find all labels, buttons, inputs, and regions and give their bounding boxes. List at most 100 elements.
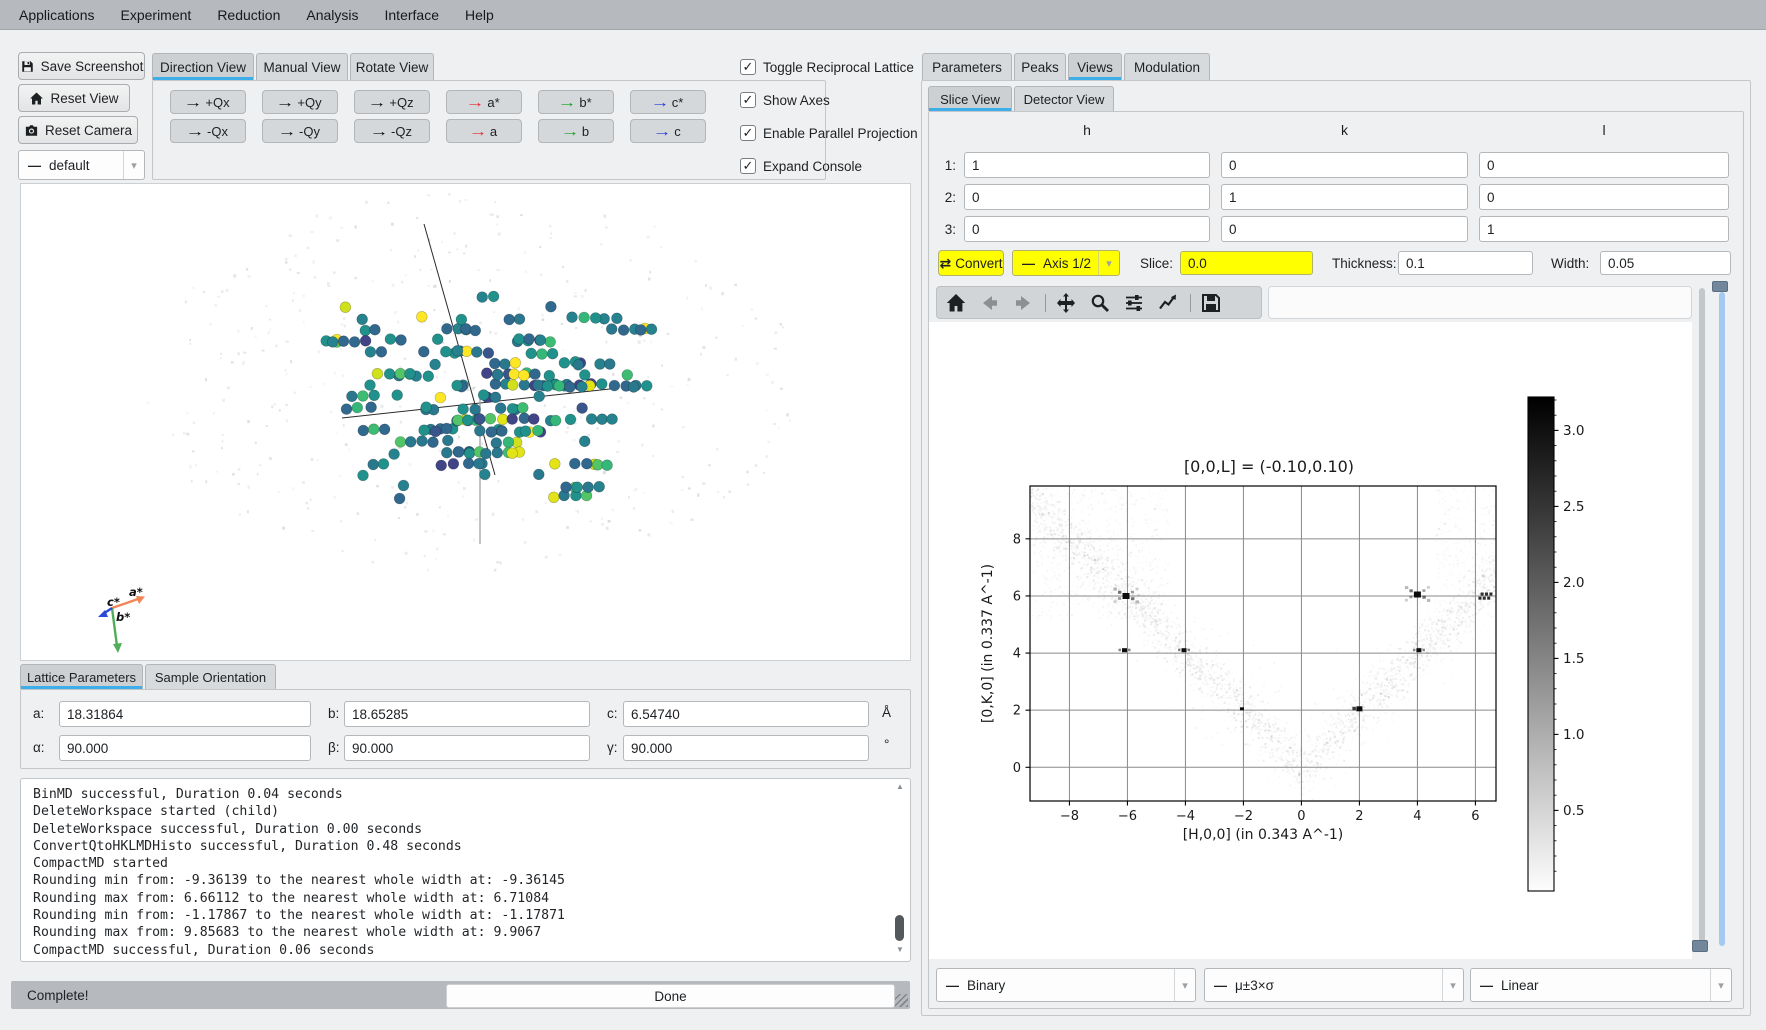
min-color-slider-track[interactable] — [1699, 288, 1705, 946]
save-screenshot-button[interactable]: Save Screenshot — [18, 52, 145, 80]
lattice-gamma-field[interactable] — [623, 735, 869, 761]
resize-grip[interactable] — [895, 994, 908, 1007]
direction-button-cstar[interactable]: →c* — [630, 90, 706, 114]
tab-modulation[interactable]: Modulation — [1124, 53, 1210, 80]
tab-rotate-view[interactable]: Rotate View — [350, 53, 434, 80]
configure-subplots-icon[interactable] — [1123, 292, 1145, 314]
svg-text:3.0: 3.0 — [1563, 423, 1584, 439]
tab-parameters[interactable]: Parameters — [922, 53, 1012, 80]
projection-1-l[interactable] — [1479, 152, 1729, 178]
checkbox[interactable]: ✓ — [740, 59, 756, 75]
checkbox[interactable]: ✓ — [740, 158, 756, 174]
menu-analysis[interactable]: Analysis — [293, 7, 371, 23]
projection-1-k[interactable] — [1221, 152, 1468, 178]
option-expand-console: ✓Expand Console — [740, 157, 862, 175]
max-color-slider-track[interactable] — [1719, 292, 1725, 946]
slice-plot-canvas[interactable]: −8−6−4−2024602468[H,0,0] (in 0.343 A^-1)… — [929, 322, 1692, 959]
projection-3-k[interactable] — [1221, 216, 1468, 242]
back-icon[interactable] — [979, 292, 1001, 314]
width-field[interactable] — [1600, 251, 1731, 275]
reset-view-button[interactable]: Reset View — [18, 84, 130, 112]
svg-text:8: 8 — [1013, 532, 1021, 547]
max-color-slider-handle[interactable] — [1712, 281, 1728, 292]
tab-views[interactable]: Views — [1068, 53, 1122, 80]
colormap-dropdown[interactable]: — Binary ▾ — [936, 968, 1196, 1002]
slice-plot: −8−6−4−2024602468[H,0,0] (in 0.343 A^-1)… — [929, 322, 1692, 959]
save-icon[interactable] — [1200, 292, 1222, 314]
svg-text:0.5: 0.5 — [1563, 803, 1584, 819]
scroll-up-icon[interactable]: ▲ — [896, 782, 904, 791]
lattice-a-field[interactable] — [59, 701, 311, 727]
direction-button-plusQz[interactable]: →+Qz — [354, 90, 430, 114]
thickness-field[interactable] — [1398, 251, 1533, 275]
direction-button-minusQx[interactable]: →-Qx — [170, 119, 246, 143]
projection-2-k[interactable] — [1221, 184, 1468, 210]
tab-slice-view[interactable]: Slice View — [928, 86, 1012, 111]
reset-camera-label: Reset Camera — [45, 123, 132, 138]
menu-experiment[interactable]: Experiment — [108, 7, 205, 23]
preset-dropdown[interactable]: — default ▾ — [18, 150, 145, 180]
reset-camera-button[interactable]: Reset Camera — [18, 116, 138, 144]
tab-sample-orientation[interactable]: Sample Orientation — [145, 664, 276, 689]
direction-button-astar[interactable]: →a* — [446, 90, 522, 114]
direction-button-c[interactable]: →c — [630, 119, 706, 143]
clim-dropdown[interactable]: — μ±3×σ ▾ — [1204, 968, 1464, 1002]
forward-icon[interactable] — [1012, 292, 1034, 314]
projection-2-h[interactable] — [964, 184, 1210, 210]
min-color-slider-handle[interactable] — [1692, 940, 1708, 952]
axis-dropdown[interactable]: — Axis 1/2 ▾ — [1012, 250, 1120, 276]
scale-dropdown[interactable]: — Linear ▾ — [1470, 968, 1732, 1002]
arrow-icon: → — [278, 124, 297, 138]
menu-applications[interactable]: Applications — [6, 7, 108, 23]
angle-unit-label: ° — [884, 737, 889, 752]
direction-button-a[interactable]: →a — [446, 119, 522, 143]
direction-button-minusQy[interactable]: →-Qy — [262, 119, 338, 143]
console-scrollbar-thumb[interactable] — [895, 915, 904, 941]
direction-label: +Qy — [297, 95, 321, 110]
tab-manual-view[interactable]: Manual View — [256, 53, 348, 80]
scroll-down-icon[interactable]: ▼ — [896, 945, 904, 954]
3d-reciprocal-viewport[interactable]: a* c* b* — [20, 183, 911, 661]
zoom-icon[interactable] — [1089, 292, 1111, 314]
projection-1-h[interactable] — [964, 152, 1210, 178]
tab-lattice-parameters[interactable]: Lattice Parameters — [20, 664, 143, 689]
svg-text:−2: −2 — [1234, 809, 1253, 824]
projection-3-l[interactable] — [1479, 216, 1729, 242]
menu-interface[interactable]: Interface — [372, 7, 452, 23]
slice-label: Slice: — [1140, 256, 1173, 271]
tab-label: Slice View — [940, 92, 1000, 107]
console-log[interactable]: BinMD successful, Duration 0.04 seconds … — [20, 778, 911, 962]
menu-help[interactable]: Help — [452, 7, 507, 23]
axis-triad: a* c* b* — [98, 585, 145, 653]
direction-button-minusQz[interactable]: →-Qz — [354, 119, 430, 143]
col-header-k: k — [1221, 122, 1468, 138]
menu-reduction[interactable]: Reduction — [204, 7, 293, 23]
thickness-label: Thickness: — [1332, 256, 1397, 271]
lattice-beta-field[interactable] — [344, 735, 590, 761]
arrow-icon: → — [368, 95, 387, 109]
direction-button-plusQx[interactable]: →+Qx — [170, 90, 246, 114]
line-style-icon: — — [1214, 978, 1227, 993]
checkbox[interactable]: ✓ — [740, 125, 756, 141]
home-icon[interactable] — [945, 292, 967, 314]
svg-text:4: 4 — [1013, 647, 1021, 662]
checkbox[interactable]: ✓ — [740, 92, 756, 108]
convert-button[interactable]: ⇄ Convert — [938, 250, 1004, 276]
projection-2-l[interactable] — [1479, 184, 1729, 210]
tab-detector-view[interactable]: Detector View — [1014, 86, 1114, 111]
direction-button-plusQy[interactable]: →+Qy — [262, 90, 338, 114]
length-unit-label: Å — [882, 705, 891, 720]
customize-plot-icon[interactable] — [1157, 292, 1179, 314]
direction-button-b[interactable]: →b — [538, 119, 614, 143]
lattice-b-field[interactable] — [344, 701, 590, 727]
lattice-alpha-field[interactable] — [59, 735, 311, 761]
tab-peaks[interactable]: Peaks — [1014, 53, 1066, 80]
svg-text:6: 6 — [1013, 589, 1021, 604]
direction-button-bstar[interactable]: →b* — [538, 90, 614, 114]
tab-direction-view[interactable]: Direction View — [152, 53, 254, 80]
pan-icon[interactable] — [1055, 292, 1077, 314]
lattice-c-field[interactable] — [623, 701, 869, 727]
slice-field[interactable] — [1180, 251, 1313, 275]
projection-3-h[interactable] — [964, 216, 1210, 242]
lattice-a-label: a: — [33, 706, 44, 721]
